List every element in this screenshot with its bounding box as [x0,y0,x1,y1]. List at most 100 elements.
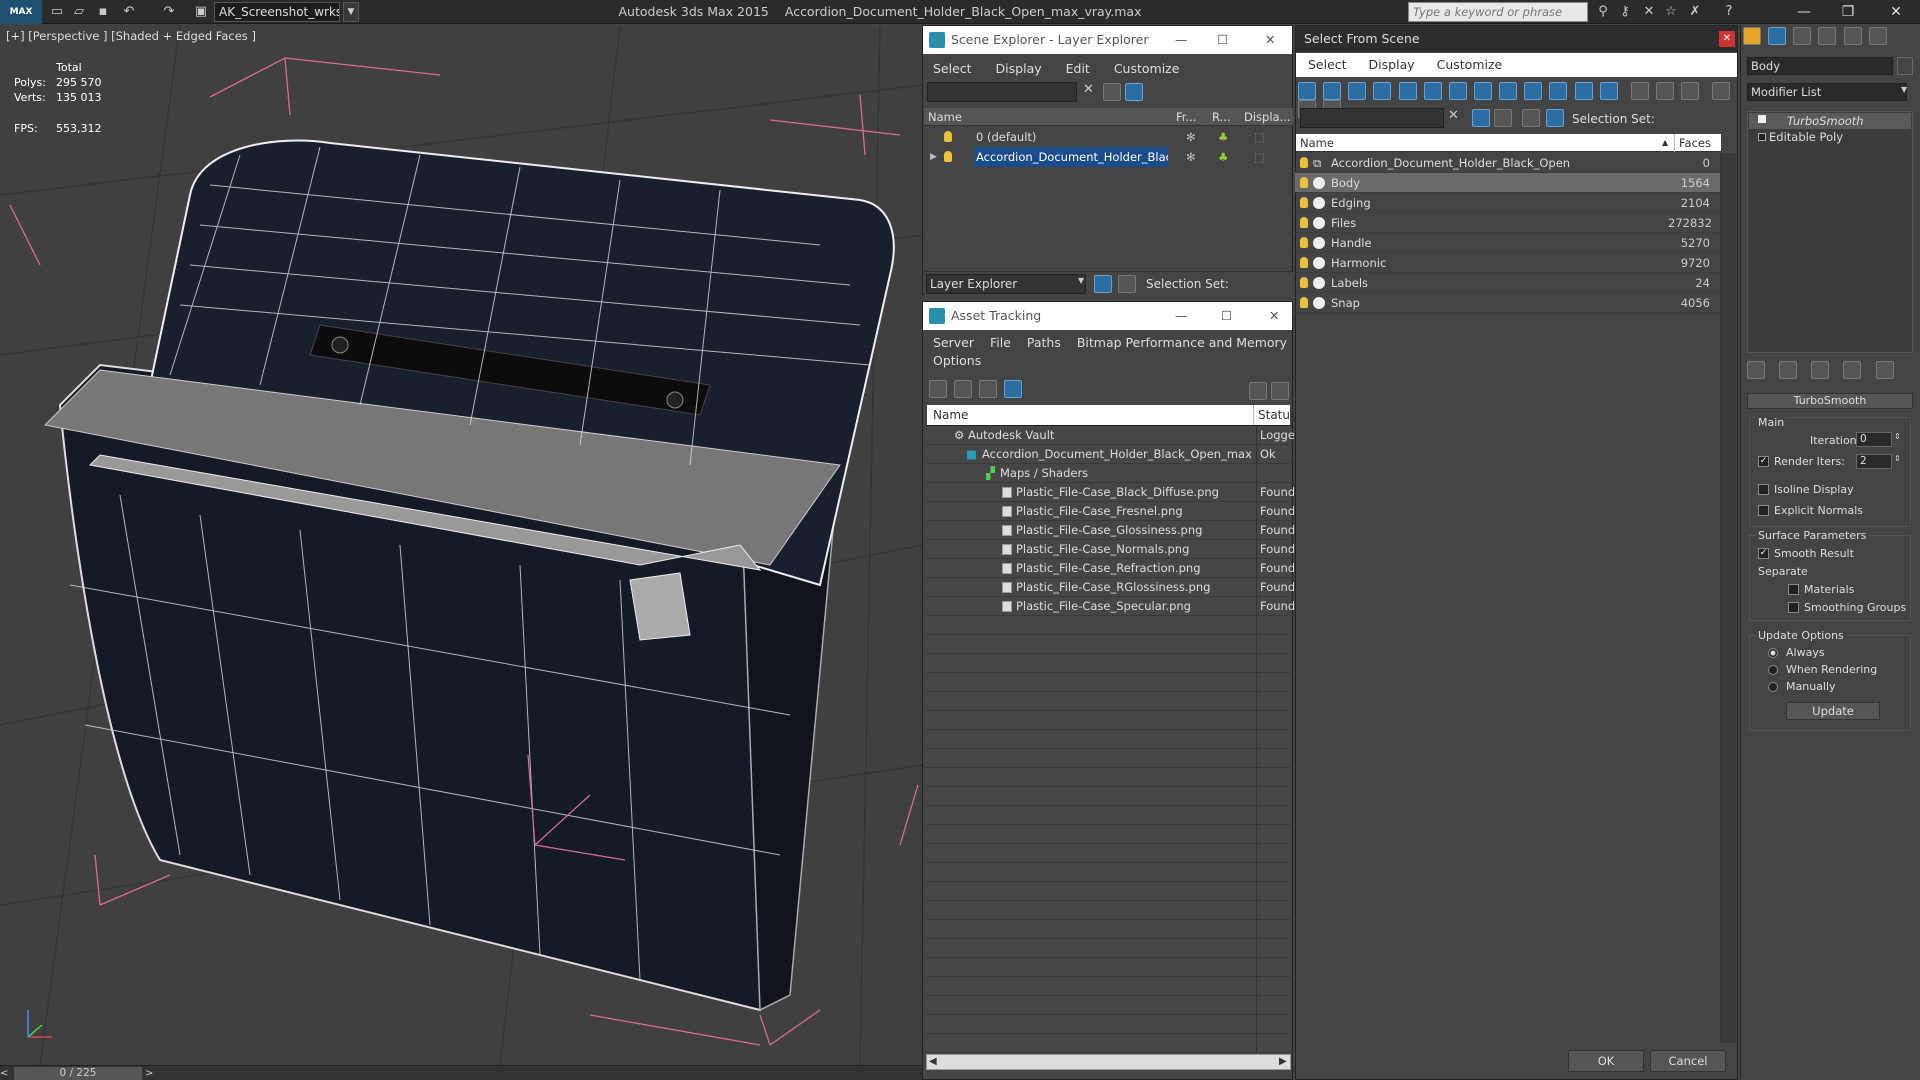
time-slider[interactable]: 0 / 225 [14,1067,142,1080]
se-col-name[interactable]: Name [928,108,962,126]
at-menu-bitmap[interactable]: Bitmap Performance and Memory [1077,335,1287,350]
perspective-viewport[interactable]: [+] [Perspective ] [Shaded + Edged Faces… [0,25,922,1065]
at-horizontal-scrollbar[interactable]: ◀ ▶ [926,1054,1291,1070]
pin-stack-icon[interactable] [1747,361,1765,379]
minimize-icon[interactable]: — [1784,0,1824,24]
se-col-render[interactable]: R... [1212,108,1231,126]
sfs-row-labels[interactable]: Labels 24 [1295,273,1721,293]
at-close-icon[interactable]: ✕ [1269,302,1279,330]
at-row-vault[interactable]: ⚙ Autodesk Vault Logged [926,426,1295,445]
sfs-row-handle[interactable]: Handle 5270 [1295,233,1721,253]
explorer-type-dropdown[interactable]: Layer Explorer [926,274,1086,294]
filter-funnel-icon[interactable] [1712,82,1731,100]
hierarchy-icon[interactable] [1118,275,1136,293]
explicit-normals-checkbox[interactable] [1758,505,1769,516]
filter-cameras-icon[interactable] [1373,82,1392,100]
at-row-bitmap[interactable]: Plastic_File-Case_Normals.png Found [926,540,1295,559]
manually-radio[interactable] [1768,682,1778,692]
workspace-dropdown[interactable]: AK_Screenshot_wrksp [214,2,340,22]
open-file-icon[interactable]: ▱ [70,3,88,21]
sfs-layers-icon[interactable] [1494,109,1512,127]
sfs-row-edging[interactable]: Edging 2104 [1295,193,1721,213]
render-iters-checkbox[interactable]: ✓ [1758,456,1769,467]
filter-groups-icon[interactable] [1448,82,1467,100]
sfs-close-icon[interactable]: ✕ [1719,31,1735,47]
light-bulb-icon[interactable] [944,131,952,142]
filter-all-icon[interactable] [1599,82,1618,100]
iterations-spinner[interactable]: 0 [1856,432,1892,447]
chevron-down-icon[interactable]: ▼ [1901,85,1907,94]
cancel-button[interactable]: Cancel [1650,1050,1726,1072]
at-menu-server[interactable]: Server [933,335,974,350]
scroll-right-icon[interactable]: ▶ [1279,1055,1287,1069]
select-all-icon[interactable] [1630,82,1649,100]
hierarchy-tab-icon[interactable] [1793,27,1812,45]
at-minimize-icon[interactable]: — [1175,302,1188,330]
time-next-button[interactable]: > [145,1067,155,1080]
freeze-icon[interactable]: ✻ [1186,127,1196,147]
search-input[interactable]: Type a keyword or phrase [1408,2,1588,22]
close-icon[interactable]: ✕ [1876,0,1916,24]
spinner-arrows-icon[interactable]: ⇕ [1894,432,1901,441]
sfs-vertical-scrollbar[interactable] [1720,153,1736,1043]
at-row-bitmap[interactable]: Plastic_File-Case_Specular.png Found [926,597,1295,616]
thumbnail-view-icon[interactable] [979,380,998,398]
at-row-bitmap[interactable]: Plastic_File-Case_Black_Diffuse.png Foun… [926,483,1295,502]
scene-explorer-minimize-icon[interactable]: — [1175,26,1188,54]
se-menu-edit[interactable]: Edit [1066,61,1090,76]
filter-xrefs-icon[interactable] [1473,82,1492,100]
display-box-icon[interactable]: ⬚ [1254,127,1265,147]
undo-icon[interactable]: ↶ [120,3,138,21]
object-name-field[interactable]: Body [1747,57,1893,75]
display-tab-icon[interactable] [1843,27,1862,45]
time-prev-button[interactable]: < [0,1067,10,1080]
at-row-bitmap[interactable]: Plastic_File-Case_Glossiness.png Found [926,521,1295,540]
se-row-accordion-layer[interactable]: ▶ Accordion_Document_Holder_Black_... ✻ … [924,147,1293,167]
at-row-bitmap[interactable]: Plastic_File-Case_RGlossiness.png Found [926,578,1295,597]
render-iters-spinner[interactable]: 2 [1856,454,1892,469]
materials-checkbox[interactable] [1788,584,1799,595]
ok-button[interactable]: OK [1568,1050,1644,1072]
at-settings-icon[interactable] [1271,382,1289,400]
display-box-icon[interactable]: ⬚ [1254,147,1265,167]
sfs-filter-active-icon[interactable] [1472,109,1490,127]
filter-shapes-icon[interactable] [1323,82,1342,100]
table-view-icon[interactable] [1004,380,1023,398]
modify-tab-icon[interactable] [1768,27,1787,45]
at-row-max-file[interactable]: ■ Accordion_Document_Holder_Black_Open_m… [926,445,1295,464]
se-col-freeze[interactable]: Fr... [1176,108,1196,126]
lightbulb-toggle-icon[interactable] [1758,115,1766,123]
redo-icon[interactable]: ↷ [160,3,178,21]
sfs-clear-icon[interactable]: ✕ [1448,108,1459,123]
chevron-down-icon[interactable]: ▼ [1078,276,1084,285]
expand-arrow-icon[interactable]: ▶ [930,147,937,167]
sfs-display-layers-icon[interactable] [1522,109,1540,127]
viewport-label[interactable]: [+] [Perspective ] [Shaded + Edged Faces… [6,29,256,43]
sfs-row-harmonic[interactable]: Harmonic 9720 [1295,253,1721,273]
update-button[interactable]: Update [1786,702,1880,720]
at-row-maps[interactable]: ▞ Maps / Shaders [926,464,1295,483]
se-menu-select[interactable]: Select [933,61,972,76]
filter-containers-icon[interactable] [1524,82,1543,100]
sfs-menu-customize[interactable]: Customize [1437,57,1503,72]
sfs-row-root[interactable]: ⧉ Accordion_Document_Holder_Black_Open 0 [1295,153,1721,173]
sfs-col-name[interactable]: Name [1300,134,1334,152]
sfs-row-files[interactable]: Files 272832 [1295,213,1721,233]
filter-spacewarps-icon[interactable] [1423,82,1442,100]
stack-item-editable-poly[interactable]: Editable Poly [1749,129,1911,145]
rollout-turbosmooth-header[interactable]: TurboSmooth [1747,393,1913,409]
se-menu-display[interactable]: Display [996,61,1042,76]
exchange-icon[interactable]: ✗ [1686,3,1704,21]
layer-manager-icon[interactable] [1094,275,1112,293]
sfs-col-faces[interactable]: Faces [1674,134,1711,152]
select-none-icon[interactable] [1655,82,1674,100]
filter-geometry-icon[interactable] [1298,82,1316,100]
sfs-search-input[interactable] [1300,108,1444,128]
se-layer-icon[interactable] [1125,83,1143,101]
at-col-status[interactable]: Status [1253,405,1296,425]
project-folder-icon[interactable]: ▣ [192,3,210,21]
render-teapot-icon[interactable]: ♣ [1218,127,1228,147]
list-view-icon[interactable] [954,380,973,398]
maximize-icon[interactable]: ❐ [1828,0,1868,24]
at-menu-file[interactable]: File [990,335,1011,350]
